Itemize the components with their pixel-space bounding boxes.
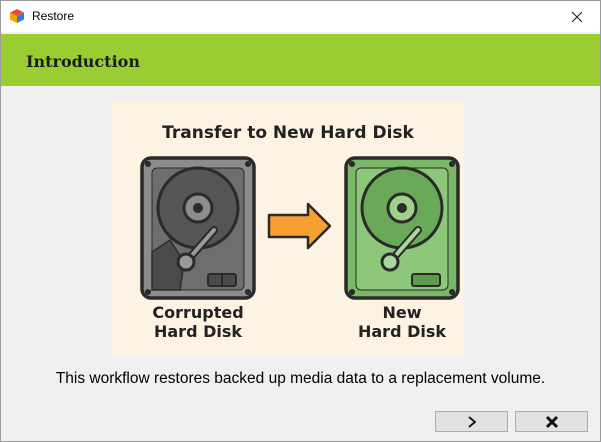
corrupted-disk-icon <box>140 156 256 300</box>
transfer-arrow-icon <box>267 202 332 250</box>
chevron-right-icon <box>467 415 476 428</box>
window-title: Restore <box>32 9 75 23</box>
transfer-illustration: Transfer to New Hard Disk Corrupted Hard… <box>112 102 464 356</box>
restore-window: Restore Introduction Transfer to New Har… <box>0 0 601 442</box>
next-button[interactable] <box>435 411 508 432</box>
new-disk-icon <box>344 156 460 300</box>
window-close-button[interactable] <box>554 1 600 32</box>
app-cube-icon <box>10 9 24 23</box>
x-icon <box>545 415 558 428</box>
cancel-button[interactable] <box>515 411 588 432</box>
close-icon <box>571 11 583 22</box>
header-band: Introduction <box>1 34 600 86</box>
title-bar: Restore <box>1 1 600 32</box>
target-label-line1: New <box>382 303 421 322</box>
target-label-line2: Hard Disk <box>358 322 446 341</box>
workflow-description: This workflow restores backed up media d… <box>55 370 546 387</box>
source-label-line2: Hard Disk <box>154 322 242 341</box>
illustration-heading: Transfer to New Hard Disk <box>162 123 414 143</box>
source-label-line1: Corrupted <box>152 303 243 322</box>
page-title: Introduction <box>26 52 140 71</box>
